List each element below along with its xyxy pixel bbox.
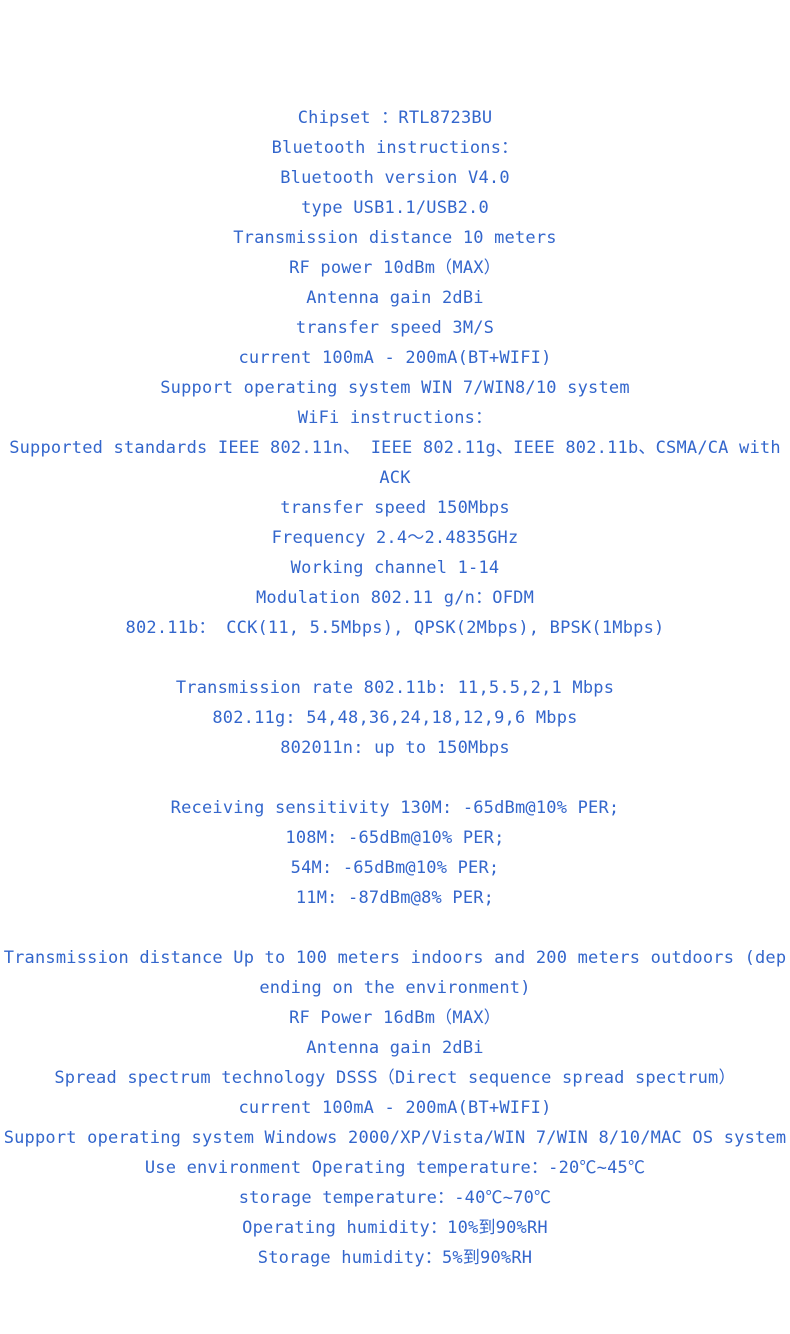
spec-line-wifi-distance: Transmission distance Up to 100 meters i… bbox=[3, 948, 787, 998]
spec-line-wifi-rate-11g: 802.11g: 54,48,36,24,18,12,9,6 Mbps bbox=[212, 708, 578, 728]
spec-line-sensitivity-11m: 11M: -87dBm@8% PER; bbox=[295, 888, 495, 908]
spec-line-chipset: Chipset ：RTL8723BU bbox=[297, 108, 493, 128]
spec-line-sensitivity-130m: Receiving sensitivity 130M: -65dBm@10% P… bbox=[170, 798, 620, 818]
spec-line-wifi-modulation: Modulation 802.11 g/n：OFDM bbox=[255, 588, 535, 608]
spec-line-bluetooth-os-support: Support operating system WIN 7/WIN8/10 s… bbox=[160, 378, 630, 398]
spec-line-env-storage-humidity: Storage humidity：5%到90%RH bbox=[257, 1248, 533, 1268]
spec-line-bluetooth-current: current 100mA - 200mA(BT+WIFI) bbox=[238, 348, 552, 368]
spec-line-env-operating-temp: Use environment Operating temperature：-2… bbox=[144, 1158, 646, 1178]
spec-line-wifi-current: current 100mA - 200mA(BT+WIFI) bbox=[238, 1098, 552, 1118]
spec-line-wifi-rate-11n: 802011n: up to 150Mbps bbox=[280, 738, 510, 758]
spec-line-wifi-transfer-speed: transfer speed 150Mbps bbox=[280, 498, 510, 518]
spec-line-bluetooth-antenna-gain: Antenna gain 2dBi bbox=[306, 288, 484, 308]
spec-line-bluetooth-rf-power: RF power 10dBm（MAX） bbox=[289, 258, 501, 278]
spec-line-wifi-spread-spectrum: Spread spectrum technology DSSS（Direct s… bbox=[54, 1068, 736, 1088]
spec-spacer bbox=[4, 763, 786, 793]
spec-line-wifi-antenna-gain: Antenna gain 2dBi bbox=[306, 1038, 484, 1058]
spec-line-wifi-frequency: Frequency 2.4～2.4835GHz bbox=[271, 528, 519, 548]
spec-line-bluetooth-heading: Bluetooth instructions： bbox=[271, 138, 519, 158]
spec-line-bluetooth-version: Bluetooth version V4.0 bbox=[280, 168, 510, 188]
spec-line-sensitivity-108m: 108M: -65dBm@10% PER; bbox=[285, 828, 505, 848]
spec-line-wifi-rf-power: RF Power 16dBm（MAX） bbox=[289, 1008, 501, 1028]
spec-line-sensitivity-54m: 54M: -65dBm@10% PER; bbox=[290, 858, 500, 878]
spec-line-bluetooth-type: type USB1.1/USB2.0 bbox=[301, 198, 489, 218]
spec-line-wifi-os-support: Support operating system Windows 2000/XP… bbox=[3, 1128, 787, 1148]
spec-line-bluetooth-distance: Transmission distance 10 meters bbox=[233, 228, 557, 248]
spec-line-bluetooth-transfer-speed: transfer speed 3M/S bbox=[295, 318, 495, 338]
spec-line-wifi-heading: WiFi instructions： bbox=[297, 408, 493, 428]
spec-line-env-operating-humidity: Operating humidity：10%到90%RH bbox=[242, 1218, 548, 1238]
spec-line-wifi-modulation-11b: 802.11b： CCK(11, 5.5Mbps), QPSK(2Mbps), … bbox=[125, 618, 665, 638]
spec-spacer bbox=[4, 913, 786, 943]
specification-sheet: Chipset ：RTL8723BU Bluetooth instructions… bbox=[0, 0, 790, 1273]
spec-spacer bbox=[4, 643, 786, 673]
spec-line-wifi-rate-11b: Transmission rate 802.11b: 11,5.5,2,1 Mb… bbox=[175, 678, 615, 698]
spec-line-wifi-working-channel: Working channel 1-14 bbox=[290, 558, 500, 578]
spec-line-env-storage-temp: storage temperature：-40℃~70℃ bbox=[238, 1188, 552, 1208]
spec-line-wifi-standards: Supported standards IEEE 802.11n、 IEEE 8… bbox=[9, 438, 781, 488]
